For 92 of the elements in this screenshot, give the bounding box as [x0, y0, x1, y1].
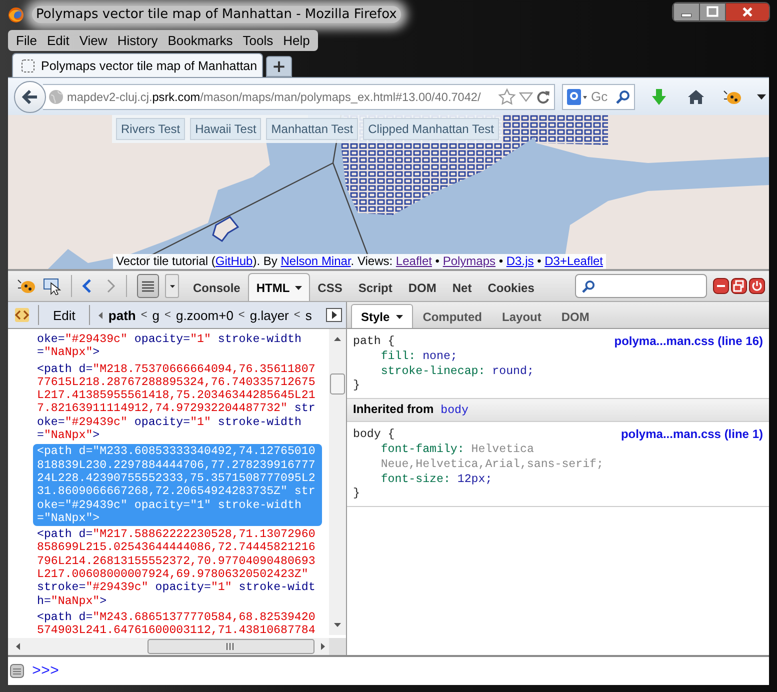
link[interactable]: Nelson Minar [280, 254, 351, 268]
breadcrumb[interactable]: g.layer [250, 308, 289, 322]
minimize-button[interactable] [713, 278, 729, 294]
attribution-text: Vector tile tutorial (GitHub). By Nelson Minar. Views: Leaflet • Polymaps • D3.js • D3+Leaflet [113, 254, 606, 269]
css-brace: } [353, 379, 361, 392]
address-field[interactable]: mapdev2-cluj.cj.psrk.com/mason/maps/man/polymaps_ex.html#13.00/40.7042/ [43, 84, 555, 110]
close-button[interactable] [725, 3, 769, 21]
search-icon [582, 280, 595, 292]
breadcrumb-separator: < [238, 309, 245, 321]
menu-caret-icon[interactable] [757, 94, 766, 100]
link[interactable]: D3.js [506, 254, 534, 268]
caret-icon [170, 284, 174, 288]
bug-icon[interactable] [723, 88, 743, 104]
link[interactable]: GitHub [215, 254, 253, 268]
test-button[interactable]: Manhattan Test [266, 118, 358, 140]
breadcrumb[interactable]: path [108, 308, 136, 322]
side-panel-tab[interactable]: Style [351, 304, 413, 328]
search-engine-icon[interactable] [566, 88, 588, 106]
html-element-code[interactable]: <path d="M217.58862222230528,71.13072960858699L215.02543644444086,72.74445821216796L214.26813155552372,70.97704090480693L217.00608000007924,69.97806320502423Z" stroke="#29439c" opacity="1" stroke-width="NaNpx"> [33, 527, 322, 609]
css-declaration: fill: none; [380, 349, 458, 364]
breadcrumb-separator: < [294, 309, 300, 321]
breadcrumb[interactable]: g [152, 308, 160, 322]
menu-item[interactable]: History [112, 33, 163, 48]
side-panel-tab[interactable]: Computed [412, 304, 492, 328]
command-prompt: >>> [32, 662, 60, 680]
test-button[interactable]: Rivers Test [116, 118, 186, 140]
menu-item[interactable]: View [74, 33, 112, 48]
link[interactable]: Polymaps [442, 254, 496, 268]
scroll-left-icon[interactable] [98, 312, 104, 318]
side-panel-tab[interactable]: DOM [551, 304, 600, 328]
dropdown-arrow-icon[interactable] [519, 92, 533, 102]
menu-item[interactable]: File [11, 33, 42, 48]
stylesheet-link[interactable]: polyma...man.css (line 16) [614, 334, 763, 349]
scroll-right-button[interactable] [326, 308, 342, 322]
inherited-label: Inherited from [353, 402, 434, 416]
back-chevron-icon[interactable] [82, 278, 92, 294]
minimize-button[interactable] [673, 3, 699, 21]
html-element-code[interactable]: <path d="M218.75370666664094,76.3561180777615L218.28767288895324,76.740335712675L217.41385955561418,75.20346344285645L217.82163911114912,74.972932204487732" stroke="#29439c" opacity="1" stroke-width="NaNpx"> [33, 362, 322, 444]
inspect-icon[interactable] [43, 277, 61, 295]
test-button[interactable]: Hawaii Test [190, 118, 262, 140]
html-element-code[interactable]: <path d="M243.68651377770584,68.82539420574903L241.64761600003112,71.43810687784 [33, 610, 322, 638]
css-declaration: stroke-linecap: round; [380, 364, 535, 379]
bookmark-star-icon[interactable] [498, 88, 516, 106]
menu-item[interactable]: Help [278, 33, 315, 48]
reload-icon[interactable] [536, 90, 550, 104]
search-icon[interactable] [616, 90, 630, 104]
element-link[interactable]: body [440, 404, 468, 417]
globe-icon [48, 88, 64, 104]
bug-icon[interactable] [17, 278, 37, 294]
detach-button[interactable] [731, 278, 747, 294]
back-arrow-icon [22, 90, 38, 104]
css-selector: path { [353, 334, 395, 349]
new-tab-button[interactable]: + [266, 56, 292, 77]
breadcrumb[interactable]: s [305, 308, 312, 322]
panel-menu-button[interactable] [137, 274, 159, 298]
lines-icon [142, 280, 154, 292]
menu-item[interactable]: Bookmarks [162, 33, 238, 48]
back-button[interactable] [14, 80, 46, 112]
breadcrumb-separator: < [164, 309, 171, 321]
link[interactable]: Leaflet [396, 254, 432, 268]
power-button[interactable] [749, 278, 765, 294]
panel-tab[interactable]: HTML [248, 273, 310, 301]
test-button[interactable]: Clipped Manhattan Test [363, 118, 499, 140]
panel-tab[interactable]: DOM [400, 273, 444, 301]
side-panel-tab[interactable]: Layout [492, 304, 552, 328]
panel-tab[interactable]: Cookies [480, 273, 542, 301]
css-declaration: font-family: Helvetica Neue,Helvetica,Arial,sans-serif; [380, 442, 604, 472]
link[interactable]: D3+Leaflet [544, 254, 603, 268]
html-tag-icon[interactable] [14, 307, 30, 323]
panel-tab[interactable]: Console [185, 273, 248, 301]
stylesheet-link[interactable]: polyma...man.css (line 1) [620, 427, 763, 442]
panel-tab[interactable]: CSS [310, 273, 350, 301]
edit-button[interactable]: Edit [47, 308, 82, 322]
search-field[interactable] [575, 274, 707, 298]
breadcrumb[interactable]: g.zoom+0 [176, 308, 234, 322]
menu-item[interactable]: Tools [238, 33, 278, 48]
browser-tab[interactable]: Polymaps vector tile map of Manhattan [12, 53, 263, 77]
panel-tab[interactable]: Script [350, 273, 400, 301]
html-element-code[interactable]: oke="#29439c" opacity="1" stroke-width="NaNpx"> [33, 332, 322, 361]
console-menu-icon[interactable] [10, 664, 24, 678]
page-icon [21, 58, 35, 72]
css-brace: } [353, 487, 361, 500]
dropdown-button[interactable] [165, 274, 179, 298]
home-icon[interactable] [687, 88, 705, 104]
breadcrumb-separator: < [140, 309, 148, 321]
css-selector: body { [353, 427, 395, 442]
maximize-button[interactable] [699, 3, 725, 21]
window-title: Polymaps vector tile map of Manhattan - Mozilla Firefox [32, 6, 401, 23]
css-declaration: font-size: 12px; [380, 472, 494, 487]
panel-tab[interactable]: Net [444, 273, 480, 301]
firefox-logo-icon [8, 6, 24, 22]
menu-item[interactable]: Edit [42, 33, 74, 48]
